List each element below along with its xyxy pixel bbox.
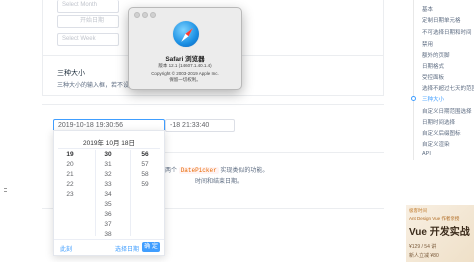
sponsor-ad[interactable]: 极客时间 Ant Design Vue 作者亲授 Vue 开发实战 ¥129 /… (406, 205, 474, 262)
minute-cell[interactable]: 31 (98, 160, 118, 170)
confirm-button[interactable]: 确 定 (142, 242, 160, 252)
toc-rail (413, 0, 414, 160)
edge-tick (4, 191, 7, 192)
code-chip: DatePicker (178, 167, 219, 174)
ad-brand: 极客时间 (409, 208, 427, 213)
toc-item[interactable]: 基本 (422, 5, 433, 13)
ad-title: Vue 开发实战 (409, 227, 470, 238)
picker-header-divider (58, 148, 160, 149)
second-cell[interactable]: 57 (135, 160, 155, 170)
section-title: 三种大小 (57, 70, 85, 77)
hour-cell[interactable]: 22 (60, 180, 80, 190)
minute-cell[interactable]: 33 (98, 180, 118, 190)
toc-active-dot (411, 96, 416, 101)
start-date-placeholder: 开始日期 (80, 18, 105, 24)
second-cell[interactable]: 56 (135, 150, 155, 160)
app-copyright: Copyright © 2003-2019 Apple Inc. (151, 71, 219, 76)
app-version: 版本 12.1 (14607.1.40.1.4) (158, 63, 212, 68)
column-separator (130, 150, 131, 236)
doc-text: 实现类似的功能。 (220, 168, 269, 174)
start-date-input[interactable]: 开始日期 (57, 15, 119, 28)
second-cell[interactable]: 58 (135, 170, 155, 180)
minute-column[interactable]: 30 31 32 33 34 35 36 37 38 (98, 150, 118, 240)
toc-item[interactable]: 三种大小 (422, 95, 444, 103)
now-button[interactable]: 此刻 (60, 244, 72, 253)
toc-item[interactable]: 日期格式 (422, 62, 444, 70)
doc-line-2: 时间和结束日期。 (195, 179, 244, 185)
close-window-button[interactable] (134, 12, 140, 18)
toc-item[interactable]: 定制日期单元格 (422, 16, 461, 24)
toc-item[interactable]: 禁用 (422, 40, 433, 48)
app-rights: 保留一切权利。 (169, 77, 201, 82)
second-cell[interactable]: 59 (135, 180, 155, 190)
ad-discount: 新人立减 ¥80 (409, 253, 439, 259)
minute-cell[interactable]: 37 (98, 220, 118, 230)
ad-price: ¥129 / 54 讲 (409, 244, 437, 250)
edge-tick (4, 188, 7, 189)
minute-cell[interactable]: 35 (98, 200, 118, 210)
toc-item[interactable]: API (422, 151, 431, 157)
toc-item[interactable]: 日期时间选择 (422, 118, 455, 126)
minute-cell[interactable]: 34 (98, 190, 118, 200)
minute-cell[interactable]: 32 (98, 170, 118, 180)
doc-line-1: 两个 DatePicker 实现类似的功能。 (165, 165, 268, 174)
hour-cell[interactable]: 21 (60, 170, 80, 180)
hour-cell[interactable]: 23 (60, 190, 80, 200)
picker-title: 2019年 10月 18日 (82, 140, 136, 147)
select-date-button[interactable]: 选择日期 (115, 244, 139, 253)
second-column[interactable]: 56 57 58 59 (135, 150, 155, 190)
toc-item[interactable]: 自定义后缀图标 (422, 129, 461, 137)
doc-text: 两个 (165, 168, 178, 174)
ad-tagline: Ant Design Vue 作者亲授 (409, 216, 460, 221)
toc-item[interactable]: 受控面板 (422, 73, 444, 81)
compass-needle (181, 28, 193, 42)
toc-item[interactable]: 额外的页脚 (422, 51, 450, 59)
doc-divider (165, 152, 384, 153)
hour-column[interactable]: 19 20 21 22 23 (60, 150, 80, 200)
toc-item[interactable]: 自定义渲染 (422, 140, 450, 148)
toc-item[interactable]: 自定义日期范围选择 (422, 107, 472, 115)
month-picker-input[interactable]: Select Month (57, 0, 119, 13)
datetime-picker-popup: 2019年 10月 18日 19 20 21 22 23 30 31 32 33… (53, 130, 165, 256)
demo2-top-border (42, 104, 384, 105)
hour-cell[interactable]: 20 (60, 160, 80, 170)
toc-item[interactable]: 不可选择日期和时间 (422, 28, 472, 36)
minimize-window-button[interactable] (142, 12, 148, 18)
minute-cell[interactable]: 36 (98, 210, 118, 220)
safari-compass-icon (172, 20, 200, 48)
hour-cell[interactable]: 19 (60, 150, 80, 160)
app-name: Safari 浏览器 (165, 56, 205, 63)
zoom-window-button[interactable] (150, 12, 156, 18)
minute-cell[interactable]: 30 (98, 150, 118, 160)
week-picker-input[interactable]: Select Week (57, 33, 119, 46)
toc-item[interactable]: 选择不超过七天的范围 (422, 84, 474, 92)
column-separator (95, 150, 96, 236)
about-dialog: Safari 浏览器 版本 12.1 (14607.1.40.1.4) Copy… (128, 7, 242, 90)
datetime-input-2[interactable]: -18 21:33:40 (165, 119, 235, 132)
picker-footer-divider (54, 239, 164, 240)
